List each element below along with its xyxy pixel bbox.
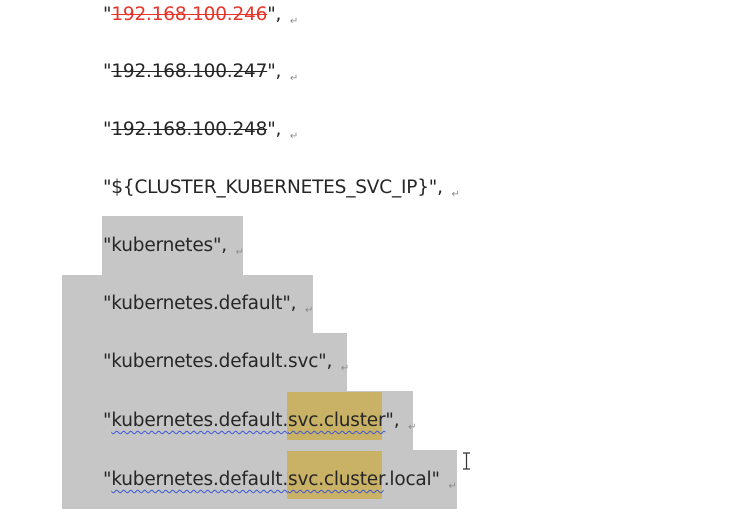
line-text: "kubernetes.default.svc", <box>103 351 338 372</box>
text-line-3[interactable]: "192.168.100.248", ↵ <box>103 115 298 145</box>
paragraph-mark-icon: ↵ <box>235 247 244 258</box>
paragraph-mark-icon: ↵ <box>289 131 299 142</box>
deleted-ip-text: 192.168.100.246 <box>111 4 268 25</box>
text-line-5[interactable]: "kubernetes", ↵ <box>103 231 244 261</box>
text-line-9[interactable]: "kubernetes.default.svc.cluster.local" ↵ <box>103 465 457 495</box>
quote-comma: ", <box>267 4 287 25</box>
paragraph-mark-icon: ↵ <box>289 73 299 84</box>
text-line-1[interactable]: "192.168.100.246", ↵ <box>103 0 298 30</box>
quote-comma: ", <box>385 410 406 431</box>
paragraph-mark-icon: ↵ <box>305 305 314 316</box>
quote-end: " <box>431 469 446 490</box>
line-text: "${CLUSTER_KUBERNETES_SVC_IP}", <box>103 177 449 198</box>
struck-ip-text: 192.168.100.247 <box>111 61 268 82</box>
paragraph-mark-icon: ↵ <box>340 363 350 374</box>
domain-suffix: .local <box>383 469 432 490</box>
highlighted-domain-part: svc.cluster <box>288 410 386 431</box>
i-beam-cursor-icon <box>463 452 470 470</box>
spellcheck-text-part: kubernetes.default.svc.cluster <box>111 469 384 490</box>
paragraph-mark-icon: ↵ <box>408 422 417 433</box>
paragraph-mark-icon: ↵ <box>451 189 460 200</box>
document-page[interactable]: "192.168.100.246", ↵ "192.168.100.247", … <box>0 0 755 523</box>
struck-ip-text: 192.168.100.248 <box>111 119 268 140</box>
quote-comma: ", <box>267 119 287 140</box>
text-line-4[interactable]: "${CLUSTER_KUBERNETES_SVC_IP}", ↵ <box>103 173 460 203</box>
line-text: "kubernetes", <box>103 235 233 256</box>
line-text: "kubernetes.default", <box>103 293 303 314</box>
text-line-2[interactable]: "192.168.100.247", ↵ <box>103 57 298 87</box>
text-line-7[interactable]: "kubernetes.default.svc", ↵ <box>103 347 349 377</box>
paragraph-mark-icon: ↵ <box>448 481 457 492</box>
text-line-6[interactable]: "kubernetes.default", ↵ <box>103 289 313 319</box>
paragraph-mark-icon: ↵ <box>289 16 299 27</box>
domain-prefix: kubernetes.default. <box>111 469 289 490</box>
quote-comma: ", <box>267 61 287 82</box>
text-line-8[interactable]: "kubernetes.default.svc.cluster", ↵ <box>103 406 416 436</box>
domain-prefix: kubernetes.default. <box>111 410 289 431</box>
highlighted-domain-part: svc.cluster <box>288 469 384 490</box>
spellcheck-text-part: kubernetes.default.svc.cluster <box>111 410 385 431</box>
